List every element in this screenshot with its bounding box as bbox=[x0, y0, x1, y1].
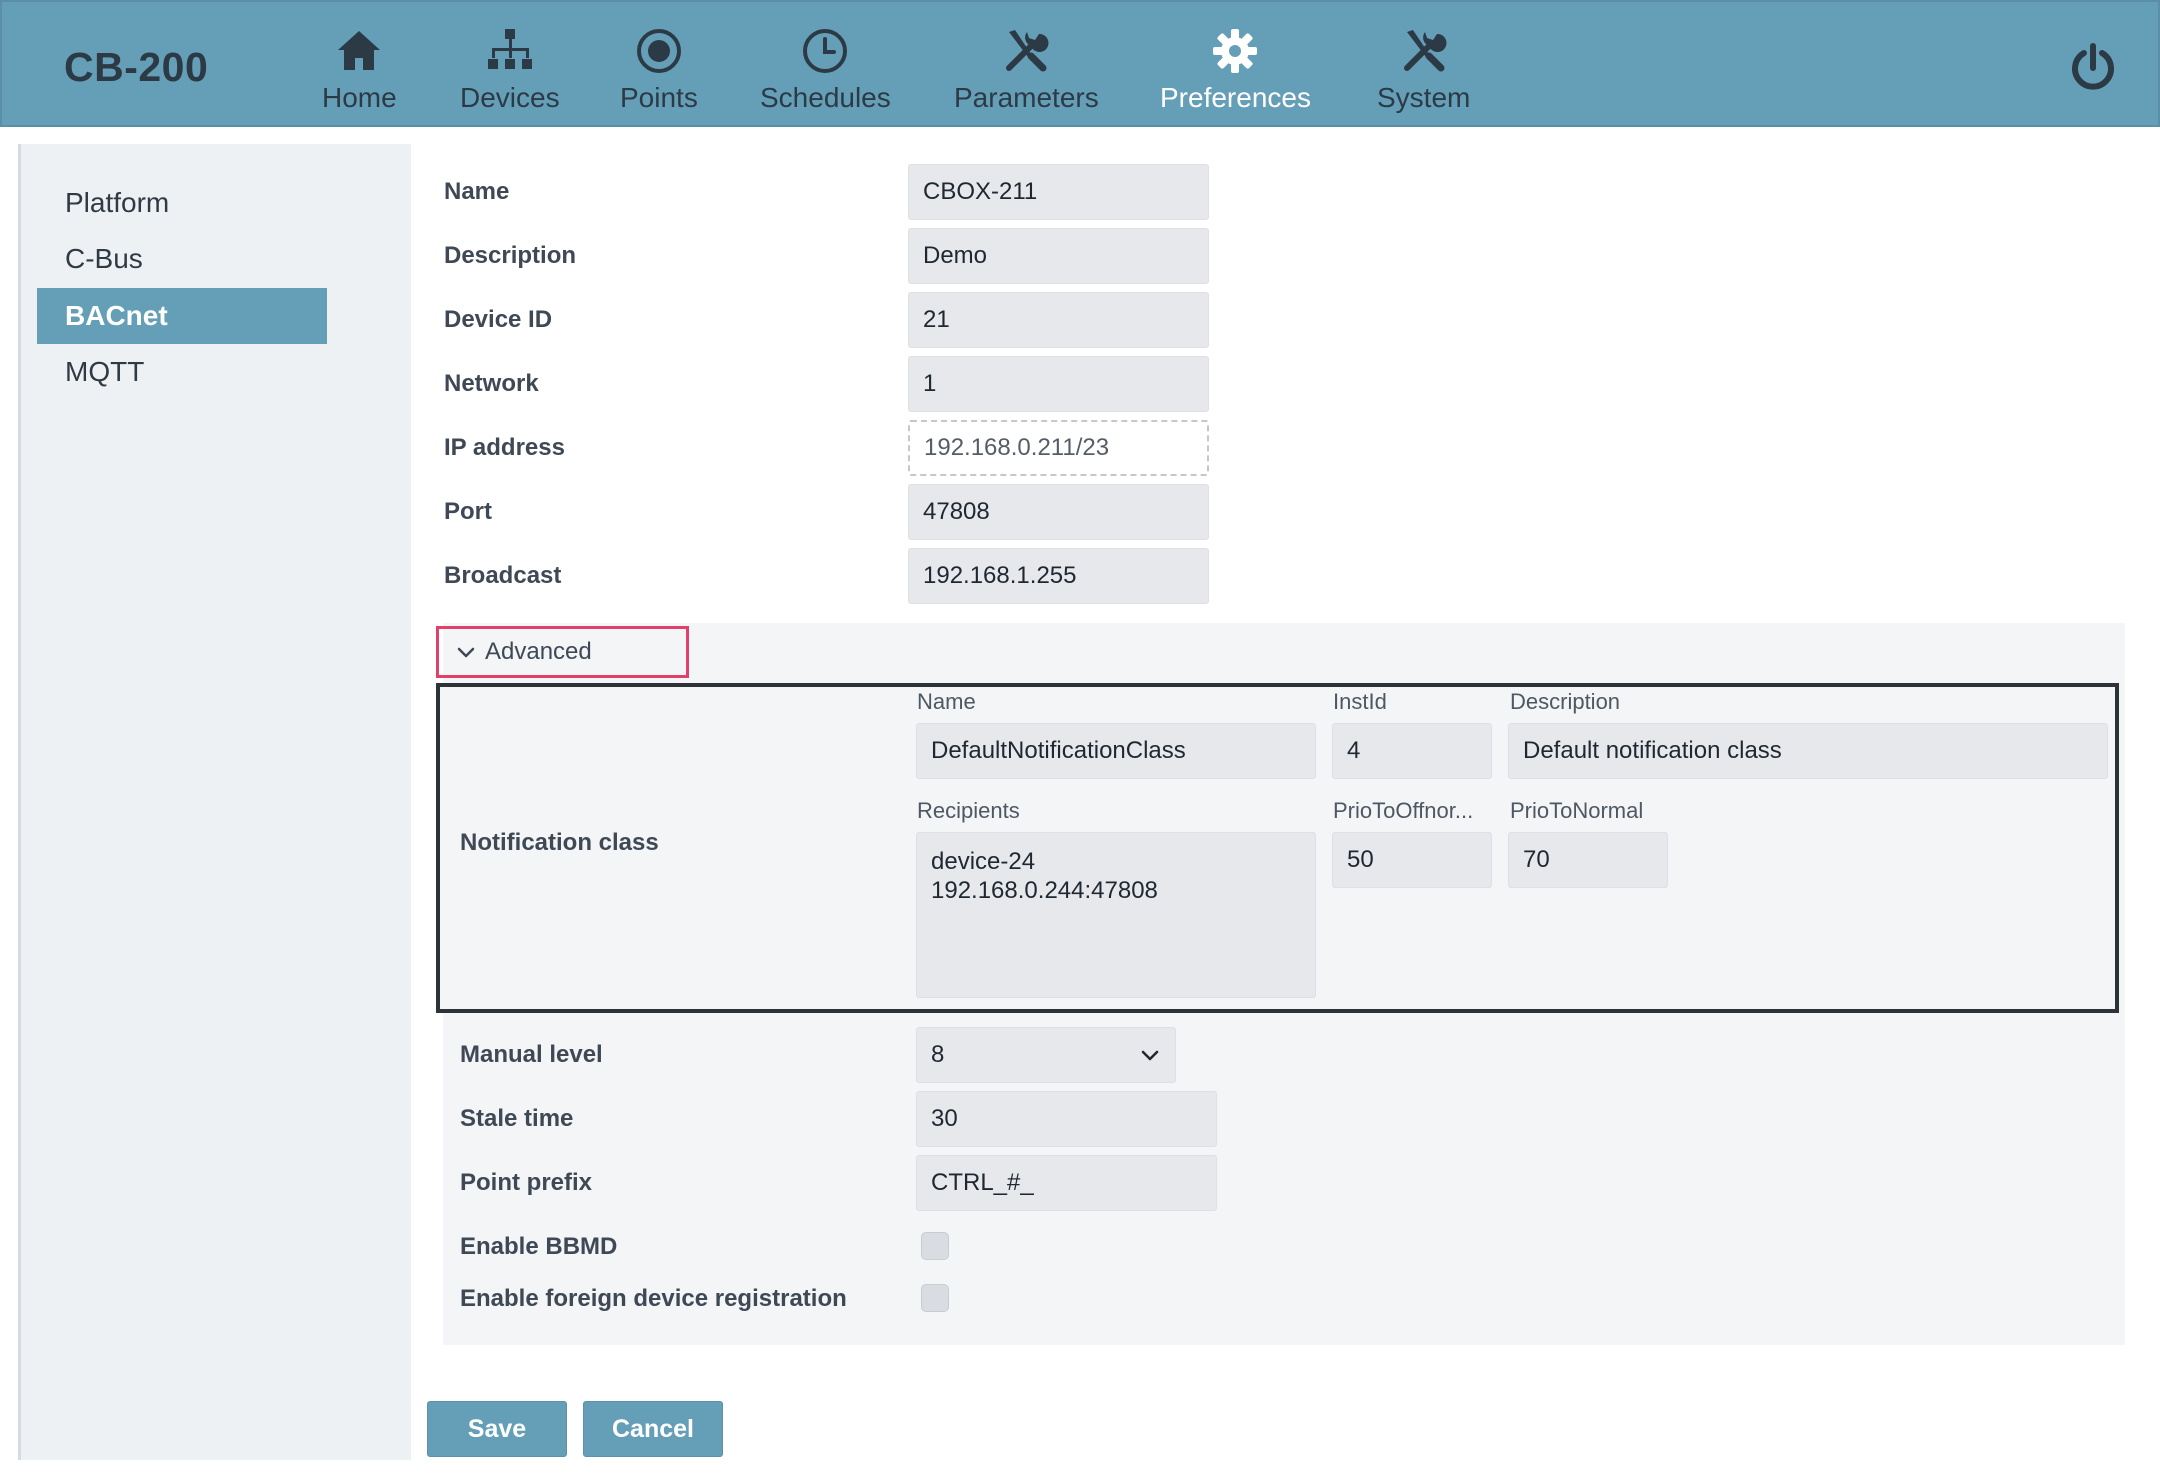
enable-bbmd-label: Enable BBMD bbox=[460, 1233, 618, 1260]
notification-class-label: Notification class bbox=[460, 829, 659, 856]
manual-level-label: Manual level bbox=[460, 1041, 603, 1068]
save-button[interactable]: Save bbox=[427, 1401, 567, 1457]
chevron-down-icon bbox=[1141, 1050, 1159, 1061]
name-input[interactable] bbox=[908, 164, 1209, 220]
ip-address-input[interactable] bbox=[908, 420, 1209, 476]
manual-level-select[interactable]: 8 bbox=[916, 1027, 1176, 1083]
nc-prio-offnormal-input[interactable] bbox=[1332, 832, 1492, 888]
network-input[interactable] bbox=[908, 356, 1209, 412]
description-label: Description bbox=[444, 242, 577, 269]
chevron-down-icon bbox=[457, 647, 475, 658]
nav-preferences[interactable]: Preferences bbox=[1160, 26, 1311, 116]
point-prefix-input[interactable] bbox=[916, 1155, 1217, 1211]
advanced-toggle[interactable]: Advanced bbox=[436, 626, 689, 678]
nc-prio-normal-input[interactable] bbox=[1508, 832, 1668, 888]
sidebar-item-mqtt[interactable]: MQTT bbox=[37, 344, 327, 400]
enable-bbmd-checkbox[interactable] bbox=[921, 1232, 949, 1260]
nc-recipients-textarea[interactable]: device-24 192.168.0.244:47808 bbox=[916, 832, 1316, 998]
top-navigation-bar: CB-200 Home Devices Points Schedules Par… bbox=[0, 0, 2160, 127]
port-label: Port bbox=[444, 498, 492, 525]
nav-system[interactable]: System bbox=[1377, 26, 1470, 116]
sidebar-item-cbus[interactable]: C-Bus bbox=[37, 231, 327, 287]
stale-time-label: Stale time bbox=[460, 1105, 574, 1132]
broadcast-input[interactable] bbox=[908, 548, 1209, 604]
point-prefix-label: Point prefix bbox=[460, 1169, 593, 1196]
ip-address-label: IP address bbox=[444, 434, 565, 461]
sidebar-item-platform[interactable]: Platform bbox=[37, 175, 327, 231]
nav-preferences-label: Preferences bbox=[1160, 82, 1311, 113]
description-input[interactable] bbox=[908, 228, 1209, 284]
nc-prio-offnormal-label: PrioToOffnor... bbox=[1333, 798, 1474, 823]
app-title: CB-200 bbox=[64, 44, 209, 90]
nav-home-label: Home bbox=[322, 82, 397, 113]
nav-home[interactable]: Home bbox=[322, 26, 397, 116]
nav-points[interactable]: Points bbox=[620, 26, 698, 116]
nav-devices-label: Devices bbox=[460, 82, 560, 113]
device-id-input[interactable] bbox=[908, 292, 1209, 348]
nav-system-label: System bbox=[1377, 82, 1471, 113]
network-label: Network bbox=[444, 370, 539, 397]
manual-level-value: 8 bbox=[931, 1041, 945, 1068]
advanced-label: Advanced bbox=[485, 638, 592, 665]
device-id-label: Device ID bbox=[444, 306, 553, 333]
name-label: Name bbox=[444, 178, 510, 205]
tools-icon bbox=[1403, 30, 1447, 72]
tools-icon bbox=[1006, 30, 1049, 72]
network-icon bbox=[487, 29, 532, 69]
stale-time-input[interactable] bbox=[916, 1091, 1217, 1147]
nav-parameters[interactable]: Parameters bbox=[954, 26, 1099, 116]
nc-prio-normal-label: PrioToNormal bbox=[1510, 798, 1644, 823]
cancel-button[interactable]: Cancel bbox=[583, 1401, 723, 1457]
gear-icon bbox=[1213, 29, 1258, 73]
clock-icon bbox=[803, 29, 848, 73]
power-icon[interactable] bbox=[2067, 42, 2119, 94]
nc-name-input[interactable] bbox=[916, 723, 1316, 779]
sidebar-item-bacnet[interactable]: BACnet bbox=[37, 288, 327, 344]
nav-points-label: Points bbox=[620, 82, 698, 113]
nc-name-label: Name bbox=[917, 689, 976, 714]
nav-schedules[interactable]: Schedules bbox=[760, 26, 891, 116]
enable-foreign-label: Enable foreign device registration bbox=[460, 1285, 847, 1312]
enable-foreign-checkbox[interactable] bbox=[921, 1284, 949, 1312]
nav-parameters-label: Parameters bbox=[954, 82, 1099, 113]
nc-instid-input[interactable] bbox=[1332, 723, 1492, 779]
nc-instid-label: InstId bbox=[1333, 689, 1387, 714]
nav-devices[interactable]: Devices bbox=[460, 26, 560, 116]
record-icon bbox=[636, 29, 681, 73]
nc-recipients-label: Recipients bbox=[917, 798, 1020, 823]
settings-sidebar: Platform C-Bus BACnet MQTT bbox=[18, 144, 411, 1460]
port-input[interactable] bbox=[908, 484, 1209, 540]
broadcast-label: Broadcast bbox=[444, 562, 562, 589]
nc-description-label: Description bbox=[1510, 689, 1621, 714]
home-icon bbox=[338, 31, 381, 70]
nav-schedules-label: Schedules bbox=[760, 82, 891, 113]
nc-description-input[interactable] bbox=[1508, 723, 2108, 779]
